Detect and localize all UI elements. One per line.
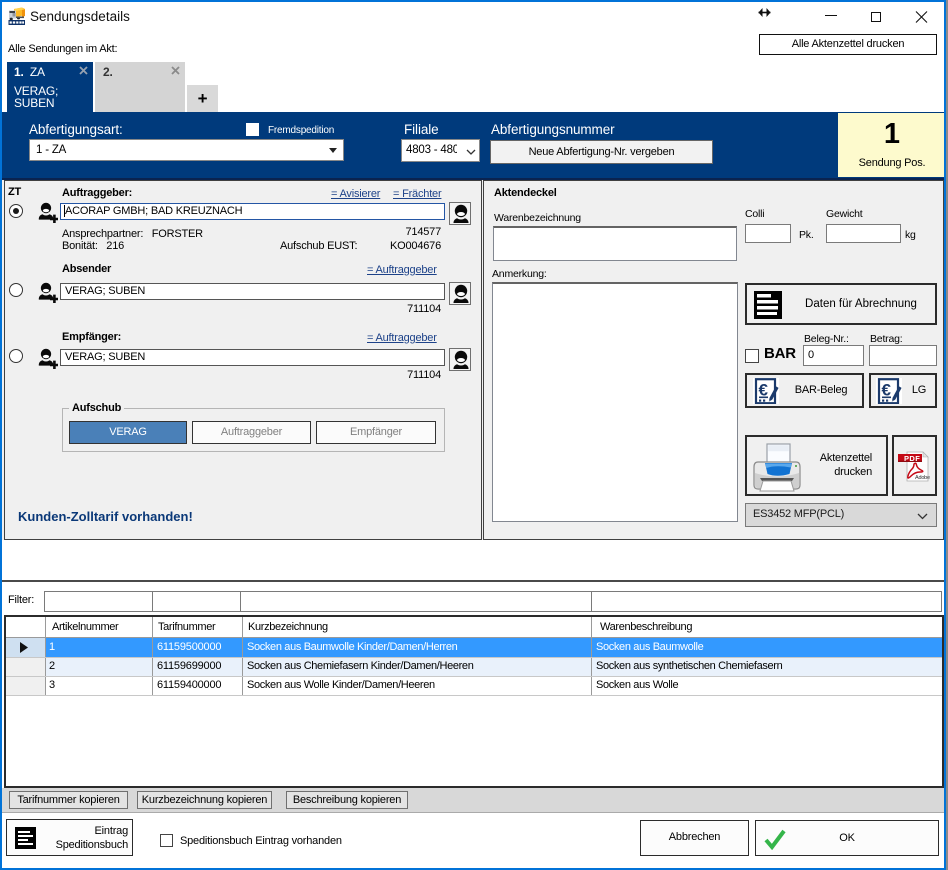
svg-text:Adobe: Adobe	[915, 475, 930, 481]
svg-text:PDF: PDF	[904, 454, 920, 463]
